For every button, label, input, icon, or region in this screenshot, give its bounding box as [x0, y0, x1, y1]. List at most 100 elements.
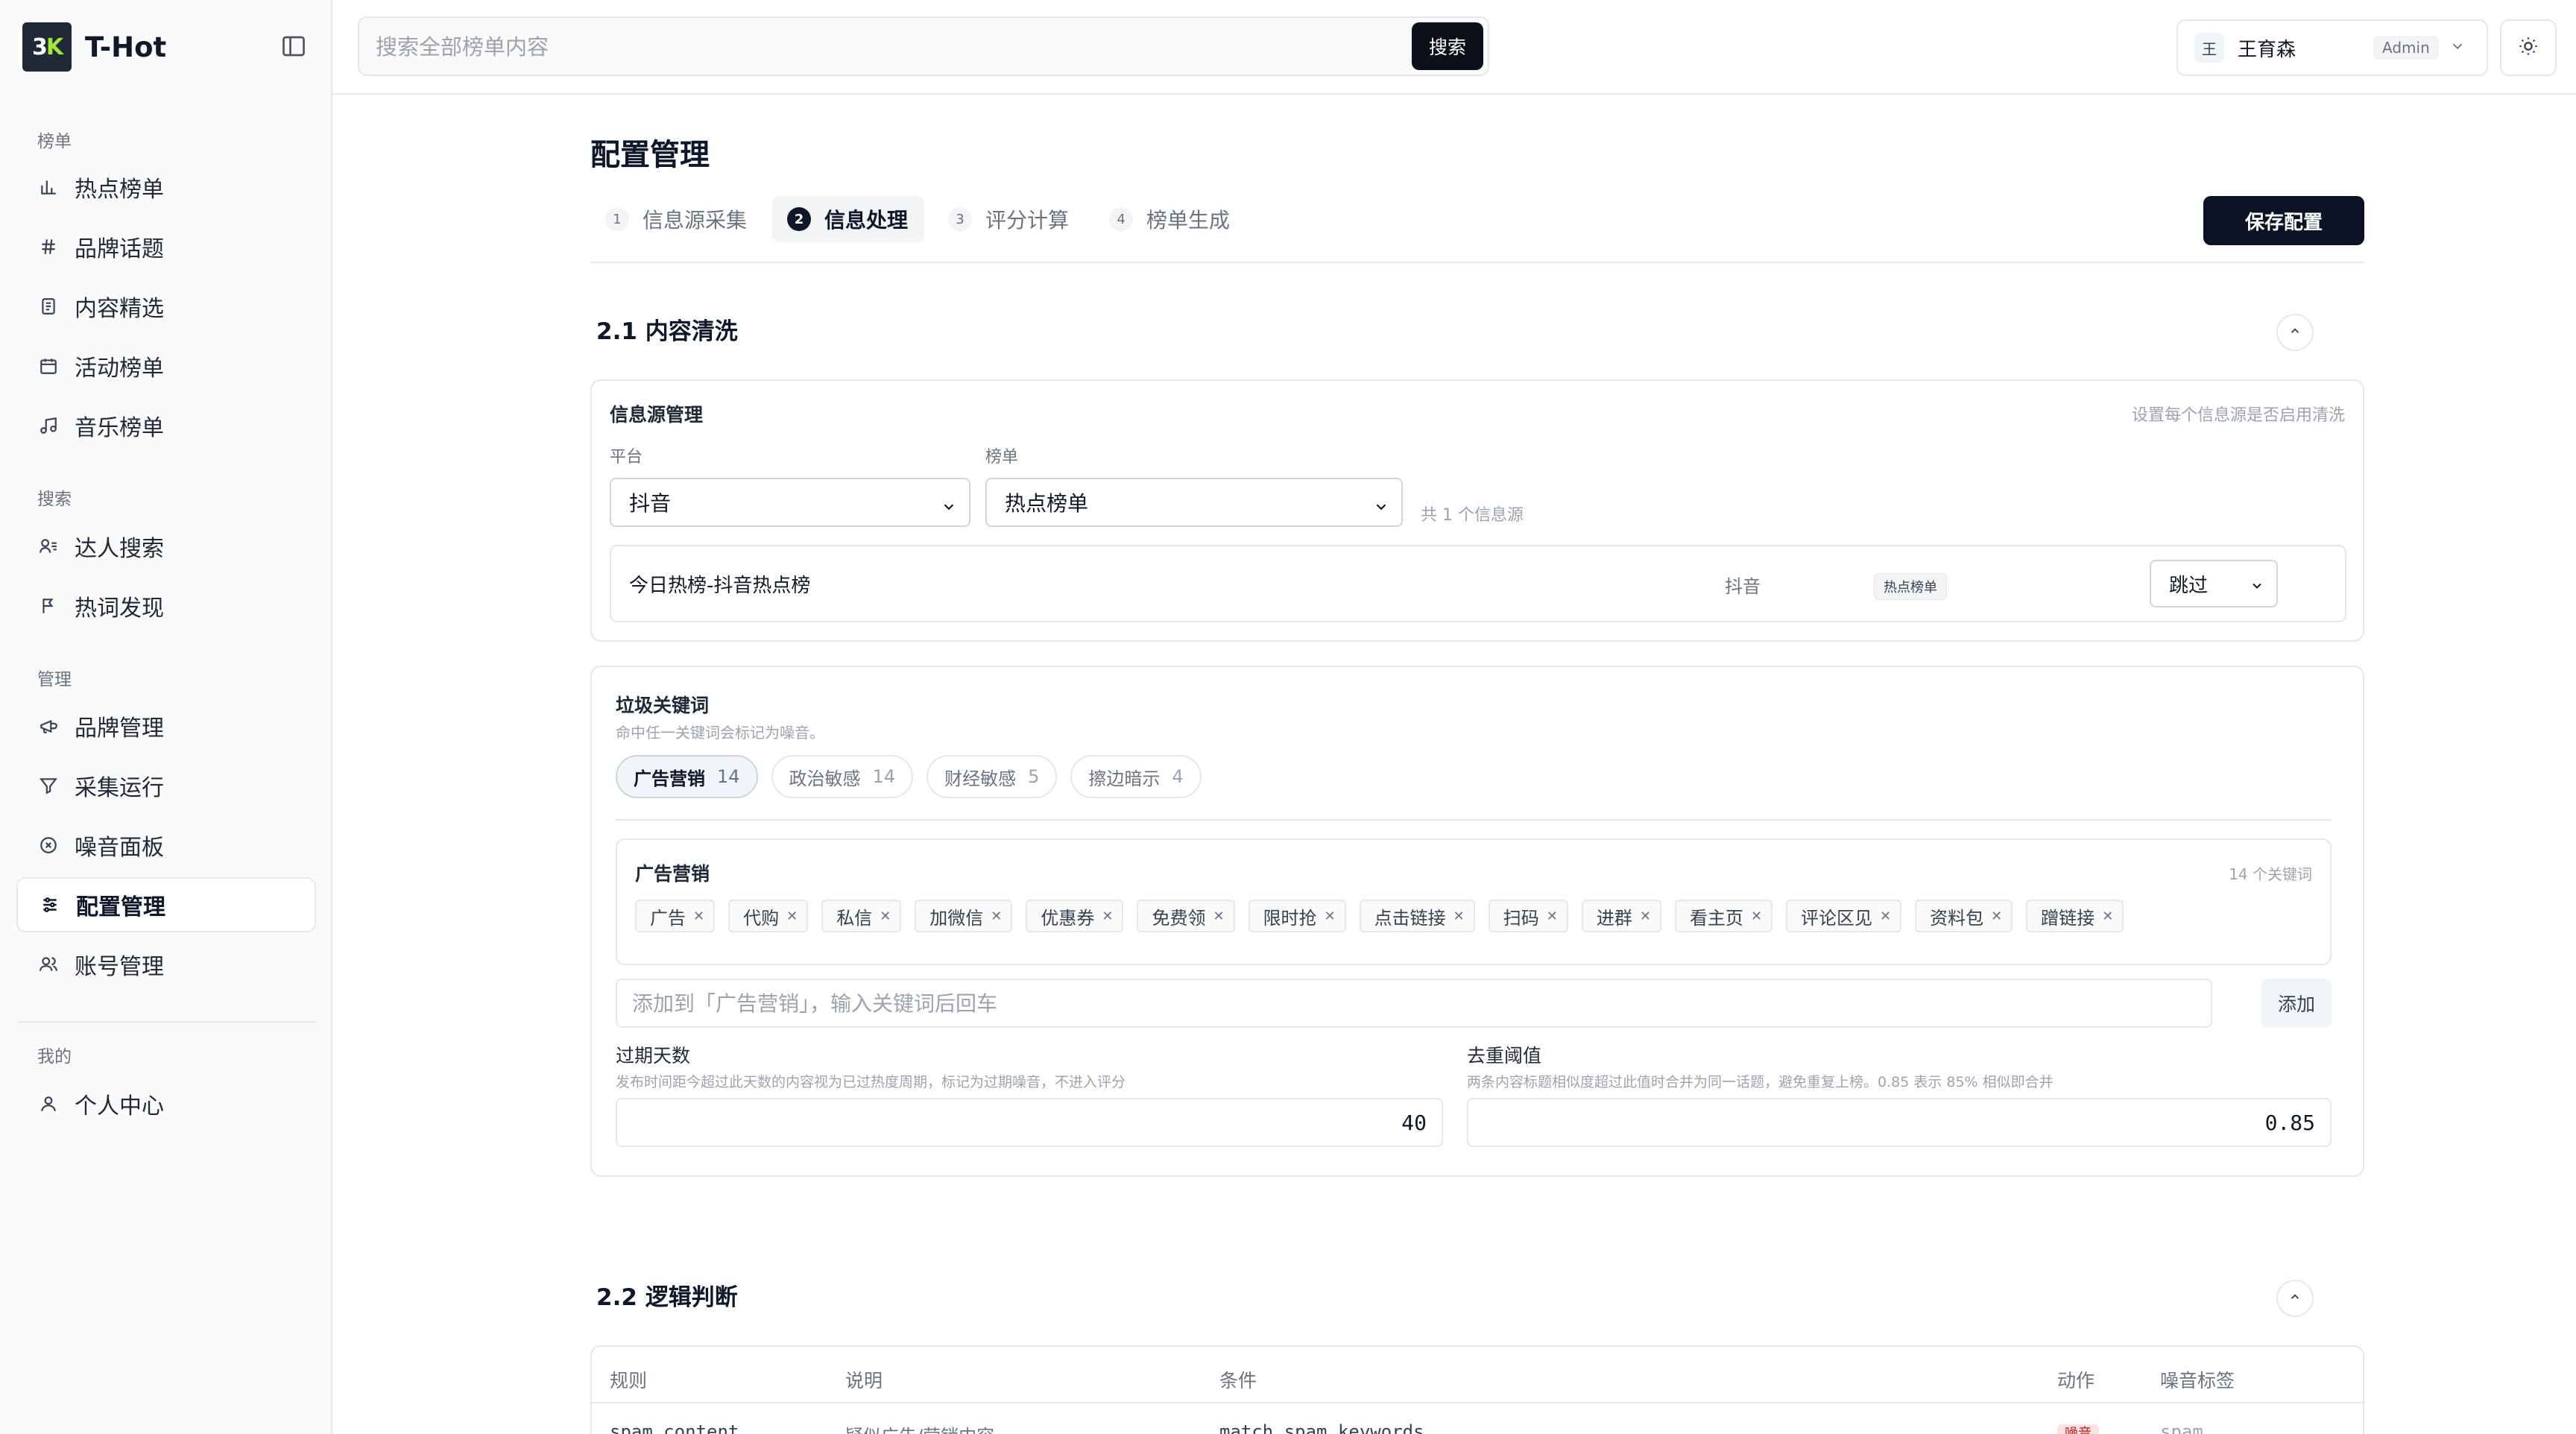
chip-count: 4 — [1172, 766, 1184, 787]
sidebar-item-profile[interactable]: 个人中心 — [16, 1076, 316, 1131]
step-number: 4 — [1109, 207, 1134, 231]
sidebar-item-event-list[interactable]: 活动榜单 — [16, 338, 316, 394]
section-title-cleaning: 2.1 内容清洗 — [596, 318, 738, 345]
divider — [592, 1402, 2363, 1403]
panel-title: 广告营销 — [635, 863, 710, 885]
nav-group-title: 管理 — [37, 670, 72, 689]
category-chip-finance[interactable]: 财经敏感 5 — [926, 755, 1058, 798]
sidebar-item-noise-panel[interactable]: 噪音面板 — [16, 818, 316, 873]
sidebar-item-brand-mgmt[interactable]: 品牌管理 — [16, 698, 316, 754]
search-input[interactable] — [376, 28, 1367, 66]
app-root: 3K T-Hot 榜单 热点榜单 品牌话题 内容精选 活动榜单 音乐榜单 搜索 — [0, 0, 2576, 1434]
bar-chart-icon — [37, 176, 60, 198]
sidebar-item-hot-list[interactable]: 热点榜单 — [16, 159, 316, 215]
sidebar-item-hotword[interactable]: 热词发现 — [16, 578, 316, 634]
rule-noise-label: spam — [2160, 1421, 2203, 1434]
add-keyword-button[interactable]: 添加 — [2261, 979, 2332, 1028]
main-content: 配置管理 1 信息源采集 2 信息处理 3 评分计算 4 榜单生成 保存配置 2… — [332, 95, 2576, 1434]
keyword-tag: 资料包 ✕ — [1915, 900, 2013, 932]
nav-group-title: 搜索 — [37, 490, 72, 509]
theme-toggle-button[interactable] — [2500, 19, 2557, 76]
page-title: 配置管理 — [590, 138, 710, 172]
remove-icon[interactable]: ✕ — [1640, 909, 1651, 924]
sidebar-item-content-picks[interactable]: 内容精选 — [16, 279, 316, 334]
sidebar-item-collect-run[interactable]: 采集运行 — [16, 758, 316, 813]
remove-icon[interactable]: ✕ — [1102, 909, 1113, 924]
chip-label: 广告营销 — [634, 768, 705, 789]
collapse-button[interactable] — [2276, 1280, 2314, 1317]
app-logo: 3K — [22, 22, 72, 72]
sidebar-item-accounts[interactable]: 账号管理 — [16, 937, 316, 992]
collapse-button[interactable] — [2276, 314, 2314, 351]
keyword-text: 点击链接 — [1374, 907, 1446, 929]
keyword-tag: 加微信 ✕ — [915, 900, 1013, 932]
remove-icon[interactable]: ✕ — [1325, 909, 1336, 924]
keyword-tag: 免费领 ✕ — [1137, 900, 1235, 932]
remove-icon[interactable]: ✕ — [880, 909, 891, 924]
platform-label: 平台 — [610, 448, 643, 467]
step-tabs: 1 信息源采集 2 信息处理 3 评分计算 4 榜单生成 — [590, 196, 1255, 242]
keyword-tag: 私信 ✕ — [821, 900, 902, 932]
brand[interactable]: 3K T-Hot — [22, 22, 166, 72]
tab-step-4[interactable]: 4 榜单生成 — [1094, 196, 1246, 242]
list-item: 今日热榜-抖音热点榜 抖音 热点榜单 跳过 — [610, 545, 2346, 622]
category-chip-suggestive[interactable]: 擦边暗示 4 — [1070, 755, 1202, 798]
source-platform: 抖音 — [1725, 576, 1761, 597]
keyword-tag: 评论区见 ✕ — [1786, 900, 1902, 932]
column-header: 动作 — [2057, 1370, 2095, 1392]
sidebar-item-label: 热点榜单 — [75, 177, 164, 203]
card-title: 信息源管理 — [610, 404, 704, 426]
add-keyword-input[interactable] — [616, 979, 2212, 1028]
user-menu[interactable]: 王 王育森 Admin — [2176, 19, 2488, 76]
keyword-tag: 限时抢 ✕ — [1248, 900, 1346, 932]
users-icon — [37, 953, 60, 976]
remove-icon[interactable]: ✕ — [1213, 909, 1224, 924]
remove-icon[interactable]: ✕ — [1547, 909, 1558, 924]
sidebar-item-config[interactable]: 配置管理 — [16, 877, 316, 932]
remove-icon[interactable]: ✕ — [1751, 909, 1762, 924]
keyword-list: 广告 ✕ 代购 ✕ 私信 ✕ 加微信 ✕ 优惠券 ✕ 免费领 ✕ 限时抢 ✕ 点击链接 ✕ 扫码… — [635, 900, 2137, 932]
panel-count: 14 个关键词 — [2229, 865, 2312, 883]
sidebar-item-label: 噪音面板 — [75, 835, 164, 861]
card-desc: 命中任一关键词会标记为噪音。 — [616, 724, 824, 742]
save-config-button[interactable]: 保存配置 — [2203, 196, 2364, 245]
remove-icon[interactable]: ✕ — [1991, 909, 2002, 924]
remove-icon[interactable]: ✕ — [991, 909, 1002, 924]
category-chip-politics[interactable]: 政治敏感 14 — [771, 755, 914, 798]
rule-name: spam_content — [610, 1421, 739, 1434]
category-chip-ads[interactable]: 广告营销 14 — [616, 755, 758, 798]
dedup-threshold-input[interactable] — [1467, 1098, 2332, 1147]
dedup-threshold-desc: 两条内容标题相似度超过此值时合并为同一话题，避免重复上榜。0.85 表示 85%… — [1467, 1074, 2053, 1090]
remove-icon[interactable]: ✕ — [1453, 909, 1465, 924]
funnel-icon — [37, 774, 60, 797]
sidebar-item-brand-topics[interactable]: 品牌话题 — [16, 219, 316, 274]
expire-days-input[interactable] — [616, 1098, 1443, 1147]
remove-icon[interactable]: ✕ — [786, 909, 798, 924]
rule-action-badge: 噪音 — [2057, 1421, 2099, 1434]
sidebar-toggle-icon[interactable] — [280, 33, 307, 60]
tab-step-1[interactable]: 1 信息源采集 — [590, 196, 763, 242]
search-button[interactable]: 搜索 — [1412, 22, 1483, 70]
sidebar-item-music-list[interactable]: 音乐榜单 — [16, 398, 316, 453]
sidebar-item-kol-search[interactable]: 达人搜索 — [16, 519, 316, 574]
card-title: 垃圾关键词 — [616, 695, 710, 716]
tab-step-3[interactable]: 3 评分计算 — [933, 196, 1085, 242]
top-header: 搜索 王 王育森 Admin — [332, 0, 2576, 95]
clean-action-select[interactable]: 跳过 — [2150, 560, 2278, 607]
step-number: 3 — [948, 207, 973, 231]
document-icon — [37, 295, 60, 318]
tab-step-2[interactable]: 2 信息处理 — [772, 196, 925, 242]
chevron-up-icon — [2288, 1290, 2302, 1307]
megaphone-icon — [37, 715, 60, 737]
source-count: 共 1 个信息源 — [1421, 506, 1524, 525]
chevron-down-icon — [941, 496, 957, 520]
music-icon — [37, 414, 60, 437]
remove-icon[interactable]: ✕ — [1880, 909, 1891, 924]
remove-icon[interactable]: ✕ — [693, 909, 704, 924]
user-search-icon — [37, 535, 60, 558]
remove-icon[interactable]: ✕ — [2102, 909, 2113, 924]
column-header: 说明 — [845, 1370, 883, 1392]
keyword-text: 广告 — [650, 907, 686, 929]
platform-select[interactable]: 抖音 — [610, 478, 970, 527]
list-select[interactable]: 热点榜单 — [985, 478, 1403, 527]
